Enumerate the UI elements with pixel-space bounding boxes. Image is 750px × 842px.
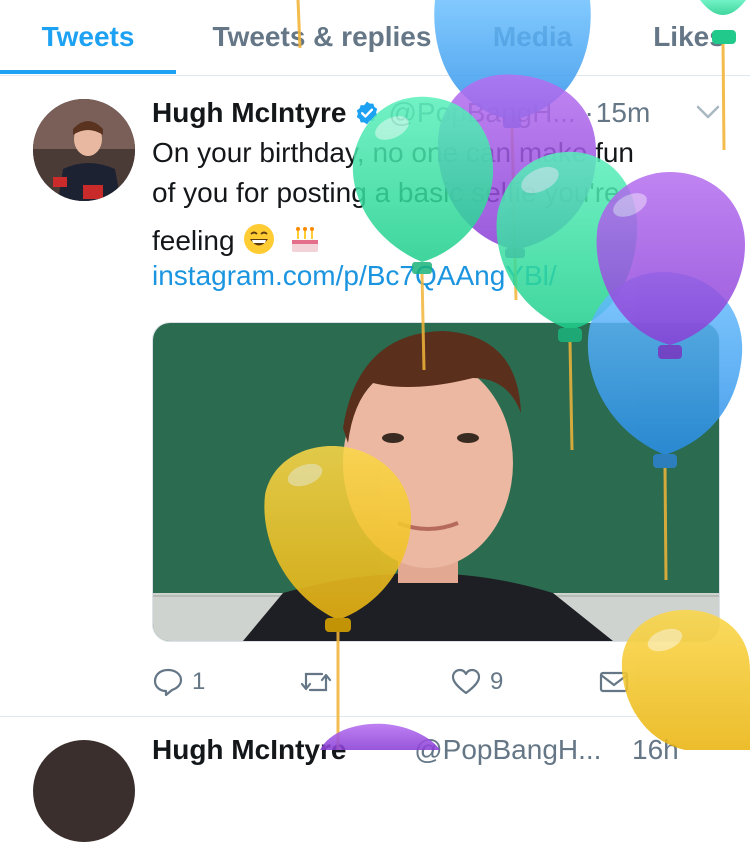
avatar[interactable]	[33, 740, 135, 842]
retweet-button[interactable]	[300, 662, 340, 702]
tab-tweets[interactable]: Tweets	[0, 0, 176, 74]
tweet-text-line: On your birthday, no one can make fun	[152, 137, 634, 168]
author-name[interactable]: Hugh McIntyre	[152, 97, 346, 129]
profile-tabs: Tweets Tweets & replies Media Likes	[0, 0, 750, 76]
tweet-divider	[0, 716, 750, 717]
tweet-link[interactable]: instagram.com/p/Bc7QAAngYBl/	[152, 260, 557, 292]
tweet-timestamp[interactable]: 15m	[596, 97, 650, 129]
tweet-actions: 1 9	[152, 662, 632, 702]
active-tab-indicator	[0, 70, 176, 74]
tweet-text: On your birthday, no one can make fun of…	[152, 133, 712, 261]
tweet-text-word: feeling	[152, 225, 235, 256]
separator-dot: ·	[584, 97, 594, 128]
verified-badge-icon	[357, 101, 378, 125]
tweet-text-line: feeling	[152, 221, 712, 261]
chevron-down-icon[interactable]	[695, 102, 721, 122]
grinning-face-emoji	[244, 224, 275, 254]
heart-icon	[451, 668, 481, 695]
reply-icon	[153, 668, 183, 697]
retweet-icon	[300, 672, 332, 692]
next-tweet-author-line: Hugh McIntyre @PopBangH... 16h	[152, 734, 679, 766]
tweet-media-image[interactable]	[152, 322, 720, 642]
like-button[interactable]: 9	[450, 662, 503, 702]
tweet-timestamp[interactable]: 16h	[632, 734, 679, 766]
tweet-text-line: of you for posting a basic selfie you're	[152, 177, 620, 208]
envelope-icon	[599, 671, 629, 693]
direct-message-button[interactable]	[598, 662, 630, 702]
avatar[interactable]	[33, 99, 135, 201]
like-count: 9	[490, 668, 504, 695]
tab-likes[interactable]: Likes	[628, 0, 750, 74]
birthday-cake-emoji	[292, 227, 319, 252]
author-handle[interactable]: @PopBangH...	[388, 97, 578, 129]
reply-count: 1	[192, 668, 206, 695]
tab-media[interactable]: Media	[470, 0, 595, 74]
tab-tweets-and-replies[interactable]: Tweets & replies	[190, 0, 454, 74]
tweet-author-line: Hugh McIntyre @PopBangH... · 15m	[152, 94, 650, 132]
reply-button[interactable]: 1	[152, 662, 205, 702]
